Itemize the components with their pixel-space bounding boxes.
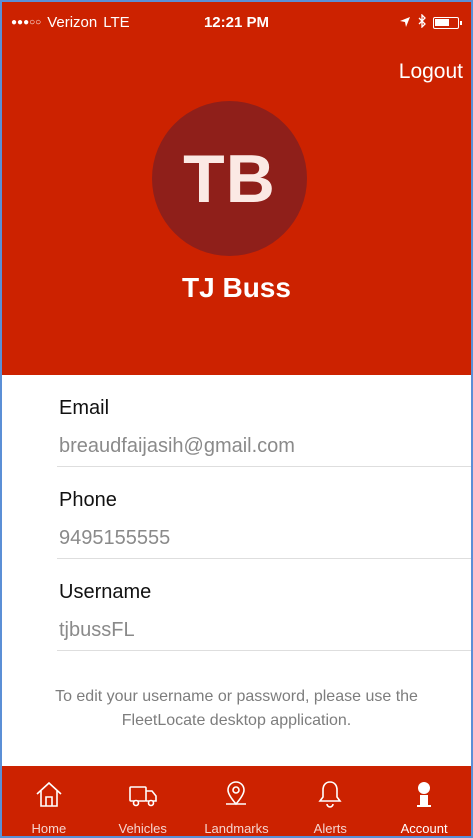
status-right: [399, 13, 462, 32]
avatar-initials: TB: [183, 140, 276, 217]
tab-account-label: Account: [400, 821, 448, 836]
tab-home[interactable]: Home: [2, 766, 96, 836]
tab-landmarks-label: Landmarks: [204, 821, 269, 836]
tab-home-label: Home: [31, 821, 67, 836]
map-pin-icon: [220, 778, 252, 815]
profile-header: ●●●○○ Verizon LTE 12:21 PM Logout TB TJ …: [2, 2, 471, 375]
tab-vehicles-label: Vehicles: [118, 821, 167, 836]
truck-icon: [127, 778, 159, 815]
phone-label: Phone: [59, 489, 117, 511]
tab-alerts-label: Alerts: [313, 821, 347, 836]
edit-note: To edit your username or password, pleas…: [55, 688, 418, 729]
username-label: Username: [59, 581, 152, 603]
home-icon: [33, 778, 65, 815]
account-fields: Email breaudfaijasih@gmail.com Phone 949…: [2, 375, 471, 651]
email-label: Email: [59, 397, 110, 419]
tab-account[interactable]: Account: [377, 766, 471, 836]
location-arrow-icon: [399, 15, 411, 32]
avatar: TB: [152, 101, 307, 256]
username-field: Username tjbussFL: [57, 559, 471, 651]
battery-icon: [433, 17, 462, 29]
user-name: TJ Buss: [182, 272, 291, 303]
tab-landmarks[interactable]: Landmarks: [190, 766, 284, 836]
logout-button[interactable]: Logout: [399, 60, 463, 84]
tab-vehicles[interactable]: Vehicles: [96, 766, 190, 836]
app-frame: ●●●○○ Verizon LTE 12:21 PM Logout TB TJ …: [0, 0, 473, 838]
tab-bar: Home Vehicles Landmarks Alerts Account: [2, 766, 471, 836]
bell-icon: [314, 778, 346, 815]
email-value: breaudfaijasih@gmail.com: [59, 435, 295, 457]
phone-field: Phone 9495155555: [57, 467, 471, 559]
status-bar: ●●●○○ Verizon LTE 12:21 PM: [2, 2, 471, 42]
tab-alerts[interactable]: Alerts: [283, 766, 377, 836]
person-icon: [408, 778, 440, 815]
username-value: tjbussFL: [59, 619, 135, 641]
phone-value: 9495155555: [59, 527, 171, 549]
email-field: Email breaudfaijasih@gmail.com: [57, 375, 471, 467]
bluetooth-icon: [417, 13, 427, 32]
